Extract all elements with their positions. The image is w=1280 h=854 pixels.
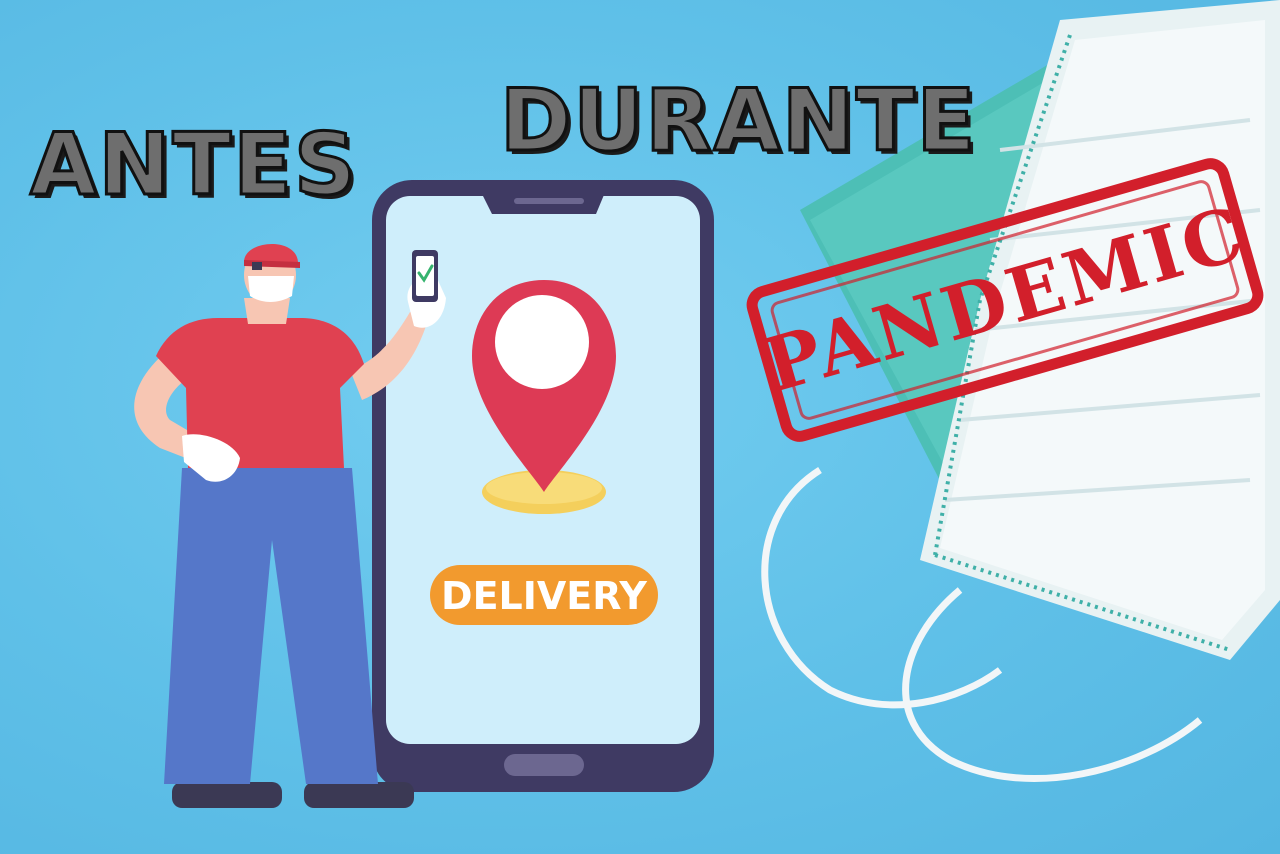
headline-during: DURANTE	[498, 71, 978, 171]
headline-before: ANTES	[29, 115, 358, 215]
poster-canvas: PANDEMIC DELIVERY ANTES DURANTE	[0, 0, 1280, 854]
